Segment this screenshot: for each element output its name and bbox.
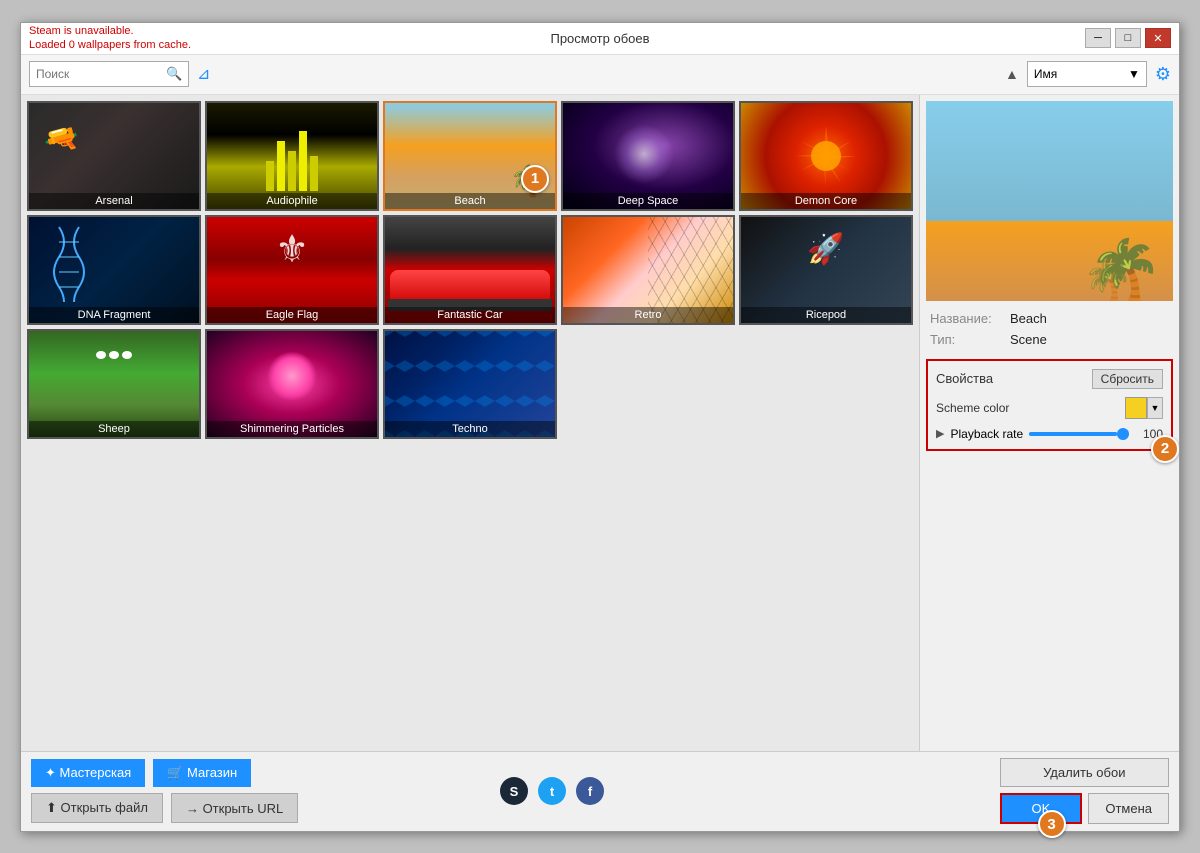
window-controls: ─ □ ✕: [1085, 28, 1171, 48]
sort-asc-icon[interactable]: ▲: [1005, 66, 1019, 82]
dna-svg: [39, 222, 99, 302]
badge-2-overlay: 2: [1151, 435, 1179, 463]
thumb-deepspace[interactable]: Deep Space: [561, 101, 735, 211]
preview-image: 🌴 🌴: [926, 101, 1173, 301]
social-icons: S t f: [500, 777, 604, 805]
properties-box: Свойства Сбросить Scheme color ▼ ▶ Playb…: [926, 359, 1173, 451]
thumb-sheep[interactable]: Sheep: [27, 329, 201, 439]
close-button[interactable]: ✕: [1145, 28, 1171, 48]
shop-button[interactable]: 🛒 Магазин: [153, 759, 251, 787]
thumb-audiophile[interactable]: Audiophile: [205, 101, 379, 211]
thumb-ricepod[interactable]: 🚀 Ricepod: [739, 215, 913, 325]
slider-fill: [1029, 432, 1117, 436]
scheme-color-row: Scheme color ▼: [936, 397, 1163, 419]
wallpaper-grid: 🔫 Arsenal Audiophile: [27, 101, 913, 439]
file-url-row: ⬆ Открыть файл → Открыть URL: [31, 793, 298, 823]
sort-dropdown[interactable]: Имя ▼: [1027, 61, 1147, 87]
color-dropdown-button[interactable]: ▼: [1147, 397, 1163, 419]
type-value: Scene: [1010, 332, 1047, 347]
galaxy-glow: [614, 124, 674, 184]
thumb-label-arsenal: Arsenal: [29, 193, 199, 209]
demoncore-spikes: [791, 121, 861, 191]
thumb-label-shimmering: Shimmering Particles: [207, 421, 377, 437]
open-url-button[interactable]: → Открыть URL: [171, 793, 298, 823]
thumb-fantasticcar[interactable]: Fantastic Car: [383, 215, 557, 325]
shimmering-glow: [267, 351, 317, 401]
cancel-button[interactable]: Отмена: [1088, 793, 1169, 824]
thumb-label-dna: DNA Fragment: [29, 307, 199, 323]
thumb-label-eagleflag: Eagle Flag: [207, 307, 377, 323]
props-header: Свойства Сбросить: [936, 369, 1163, 389]
name-info-row: Название: Beach: [926, 311, 1173, 326]
thumb-shimmering[interactable]: Shimmering Particles: [205, 329, 379, 439]
facebook-icon[interactable]: f: [576, 777, 604, 805]
type-label: Тип:: [930, 332, 1010, 347]
thumb-beach[interactable]: 🌴 Beach 1: [383, 101, 557, 211]
thumb-arsenal[interactable]: 🔫 Arsenal: [27, 101, 201, 211]
search-box: 🔍: [29, 61, 189, 87]
search-icon[interactable]: 🔍: [166, 66, 182, 82]
thumb-label-demoncore: Demon Core: [741, 193, 911, 209]
search-input[interactable]: [36, 67, 166, 81]
thumb-techno[interactable]: Techno: [383, 329, 557, 439]
title-bar: Steam is unavailable. Loaded 0 wallpaper…: [21, 23, 1179, 55]
thumb-dna[interactable]: DNA Fragment: [27, 215, 201, 325]
main-content: 🔫 Arsenal Audiophile: [21, 95, 1179, 751]
thumb-label-sheep: Sheep: [29, 421, 199, 437]
minimize-button[interactable]: ─: [1085, 28, 1111, 48]
reset-button[interactable]: Сбросить: [1092, 369, 1163, 389]
playback-slider[interactable]: [1029, 432, 1129, 436]
twitter-icon[interactable]: t: [538, 777, 566, 805]
name-label: Название:: [930, 311, 1010, 326]
error-area: Steam is unavailable. Loaded 0 wallpaper…: [29, 24, 191, 53]
thumb-eagleflag[interactable]: ⚜ Eagle Flag: [205, 215, 379, 325]
playback-row: ▶ Playback rate 100: [936, 427, 1163, 441]
settings-icon[interactable]: ⚙: [1155, 64, 1171, 85]
slider-thumb[interactable]: [1117, 428, 1129, 440]
ricepod-icon: 🚀: [807, 232, 844, 267]
bottom-left-buttons: ✦ Мастерская 🛒 Магазин ⬆ Открыть файл → …: [31, 759, 298, 823]
props-title: Свойства: [936, 371, 993, 386]
bottom-right-buttons: Удалить обои OK Отмена 3: [1000, 758, 1169, 824]
workshop-shop-row: ✦ Мастерская 🛒 Магазин: [31, 759, 298, 787]
main-window: Steam is unavailable. Loaded 0 wallpaper…: [20, 22, 1180, 832]
error-text: Steam is unavailable. Loaded 0 wallpaper…: [29, 24, 191, 53]
thumb-label-beach: Beach: [385, 193, 555, 209]
sheep-decoration: [96, 351, 132, 359]
bottom-bar: ✦ Мастерская 🛒 Магазин ⬆ Открыть файл → …: [21, 751, 1179, 831]
ok-cancel-row: OK Отмена 3: [1000, 793, 1169, 824]
badge-1-overlay: 1: [521, 165, 549, 193]
scheme-color-label: Scheme color: [936, 401, 1125, 415]
thumb-label-ricepod: Ricepod: [741, 307, 911, 323]
gallery-panel: 🔫 Arsenal Audiophile: [21, 95, 919, 751]
playback-label: Playback rate: [950, 427, 1023, 441]
filter-icon[interactable]: ⊿: [197, 64, 210, 84]
thumb-demoncore[interactable]: Demon Core: [739, 101, 913, 211]
thumb-label-techno: Techno: [385, 421, 555, 437]
steam-icon[interactable]: S: [500, 777, 528, 805]
maximize-button[interactable]: □: [1115, 28, 1141, 48]
thumb-label-fantasticcar: Fantastic Car: [385, 307, 555, 323]
thumb-label-deepspace: Deep Space: [563, 193, 733, 209]
delete-button[interactable]: Удалить обои: [1000, 758, 1169, 787]
play-icon: ▶: [936, 427, 944, 440]
thumb-label-audiophile: Audiophile: [207, 193, 377, 209]
badge-1: 1: [521, 165, 549, 193]
badge-3-overlay: 3: [1038, 810, 1066, 838]
color-swatch[interactable]: [1125, 397, 1147, 419]
toolbar: 🔍 ⊿ ▲ Имя ▼ ⚙: [21, 55, 1179, 95]
workshop-button[interactable]: ✦ Мастерская: [31, 759, 145, 787]
dropdown-arrow-icon: ▼: [1128, 67, 1140, 81]
window-title: Просмотр обоев: [550, 31, 649, 46]
side-panel: 🌴 🌴 Название: Beach Тип: Scene Свойства …: [919, 95, 1179, 751]
thumb-retro[interactable]: Retro: [561, 215, 735, 325]
open-file-button[interactable]: ⬆ Открыть файл: [31, 793, 163, 823]
thumb-label-retro: Retro: [563, 307, 733, 323]
badge-2: 2: [1151, 435, 1179, 463]
badge-3: 3: [1038, 810, 1066, 838]
type-info-row: Тип: Scene: [926, 332, 1173, 347]
name-value: Beach: [1010, 311, 1047, 326]
